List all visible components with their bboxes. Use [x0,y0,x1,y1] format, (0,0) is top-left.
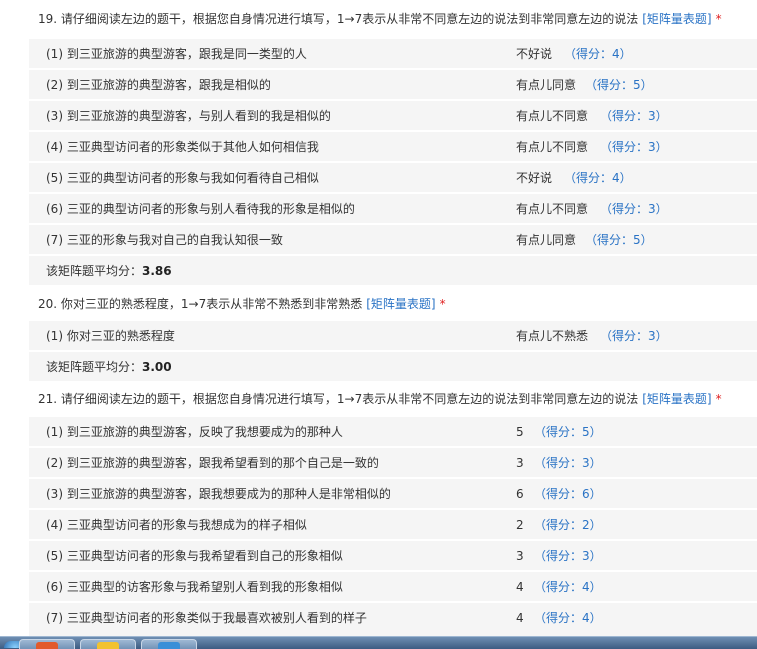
folder-icon [97,642,119,649]
row-label: (6) 三亚典型的访客形象与我希望别人看到我的形象相似 [46,580,343,594]
row-answer: 有点儿不熟悉 [516,329,589,343]
question-type-link[interactable]: [矩阵量表题] [642,392,711,406]
question-19-title: 19. 请仔细阅读左边的题干，根据您自身情况进行填写，1→7表示从非常不同意左边… [29,0,757,38]
taskbar-button[interactable] [80,639,136,649]
row-score: （得分：3） [600,329,668,343]
browser-icon [158,642,180,649]
app-icon [36,642,58,649]
row-answer: 有点儿不同意 [516,202,589,216]
question-type-link[interactable]: [矩阵量表题] [642,12,711,26]
table-row: (1) 到三亚旅游的典型游客，跟我是同一类型的人 不好说 （得分：4） [29,38,757,68]
table-row: (1) 你对三亚的熟悉程度 有点儿不熟悉 （得分：3） [29,320,757,350]
question-text: 21. 请仔细阅读左边的题干，根据您自身情况进行填写，1→7表示从非常不同意左边… [38,392,639,406]
table-row: (5) 三亚的典型访问者的形象与我如何看待自己相似 不好说 （得分：4） [29,162,757,192]
row-score: （得分：3） [534,549,602,563]
row-score: （得分：3） [600,109,668,123]
row-score: （得分：3） [600,140,668,154]
table-row: (1) 到三亚旅游的典型游客，反映了我想要成为的那种人 5 （得分：5） [29,416,757,446]
question-text: 20. 你对三亚的熟悉程度，1→7表示从非常不熟悉到非常熟悉 [38,297,363,311]
row-label: (5) 三亚典型访问者的形象与我希望看到自己的形象相似 [46,549,343,563]
required-mark: * [439,297,446,311]
average-value: 3.86 [142,264,172,278]
required-mark: * [715,392,722,406]
row-label: (7) 三亚典型访问者的形象类似于我最喜欢被别人看到的样子 [46,611,367,625]
row-answer: 有点儿同意 [516,233,577,247]
row-score: （得分：4） [564,47,632,61]
row-answer: 4 [516,580,524,594]
table-row: (6) 三亚的典型访问者的形象与别人看待我的形象是相似的 有点儿不同意 （得分：… [29,193,757,223]
row-answer: 不好说 [516,47,553,61]
row-label: (4) 三亚典型访问者的形象与我想成为的样子相似 [46,518,307,532]
row-label: (1) 到三亚旅游的典型游客，反映了我想要成为的那种人 [46,425,343,439]
row-score: （得分：5） [585,233,653,247]
row-score: （得分：3） [534,456,602,470]
row-answer: 有点儿不同意 [516,109,589,123]
row-answer: 有点儿同意 [516,78,577,92]
row-score: （得分：5） [534,425,602,439]
table-row: (7) 三亚的形象与我对自己的自我认知很一致 有点儿同意 （得分：5） [29,224,757,254]
row-label: (2) 到三亚旅游的典型游客，跟我希望看到的那个自己是一致的 [46,456,379,470]
row-label: (2) 到三亚旅游的典型游客，跟我是相似的 [46,78,271,92]
row-label: (7) 三亚的形象与我对自己的自我认知很一致 [46,233,283,247]
table-row: (5) 三亚典型访问者的形象与我希望看到自己的形象相似 3 （得分：3） [29,540,757,570]
table-row: (2) 到三亚旅游的典型游客，跟我希望看到的那个自己是一致的 3 （得分：3） [29,447,757,477]
row-score: （得分：5） [585,78,653,92]
row-label: (1) 到三亚旅游的典型游客，跟我是同一类型的人 [46,47,307,61]
average-label: 该矩阵题平均分： [46,360,143,374]
table-row: (4) 三亚典型访问者的形象类似于其他人如何相信我 有点儿不同意 （得分：3） [29,131,757,161]
row-answer: 3 [516,549,524,563]
question-type-link[interactable]: [矩阵量表题] [366,297,435,311]
row-answer: 3 [516,456,524,470]
row-label: (3) 到三亚旅游的典型游客，跟我想要成为的那种人是非常相似的 [46,487,391,501]
matrix-average: 该矩阵题平均分：3.86 [29,255,757,285]
row-label: (5) 三亚的典型访问者的形象与我如何看待自己相似 [46,171,319,185]
row-label: (3) 到三亚旅游的典型游客，与别人看到的我是相似的 [46,109,331,123]
row-score: （得分：4） [534,611,602,625]
table-row: (3) 到三亚旅游的典型游客，与别人看到的我是相似的 有点儿不同意 （得分：3） [29,100,757,130]
taskbar [0,636,757,649]
taskbar-button[interactable] [141,639,197,649]
question-text: 19. 请仔细阅读左边的题干，根据您自身情况进行填写，1→7表示从非常不同意左边… [38,12,639,26]
average-value: 3.00 [142,360,172,374]
row-answer: 6 [516,487,524,501]
table-row: (3) 到三亚旅游的典型游客，跟我想要成为的那种人是非常相似的 6 （得分：6） [29,478,757,508]
row-label: (4) 三亚典型访问者的形象类似于其他人如何相信我 [46,140,319,154]
row-answer: 4 [516,611,524,625]
row-score: （得分：6） [534,487,602,501]
row-answer: 5 [516,425,524,439]
table-row: (4) 三亚典型访问者的形象与我想成为的样子相似 2 （得分：2） [29,509,757,539]
row-score: （得分：2） [534,518,602,532]
table-row: (2) 到三亚旅游的典型游客，跟我是相似的 有点儿同意 （得分：5） [29,69,757,99]
row-score: （得分：3） [600,202,668,216]
row-label: (6) 三亚的典型访问者的形象与别人看待我的形象是相似的 [46,202,355,216]
row-answer: 不好说 [516,171,553,185]
row-answer: 有点儿不同意 [516,140,589,154]
question-21-title: 21. 请仔细阅读左边的题干，根据您自身情况进行填写，1→7表示从非常不同意左边… [29,383,757,416]
table-row: (6) 三亚典型的访客形象与我希望别人看到我的形象相似 4 （得分：4） [29,571,757,601]
results-panel: 19. 请仔细阅读左边的题干，根据您自身情况进行填写，1→7表示从非常不同意左边… [29,0,757,636]
question-20-title: 20. 你对三亚的熟悉程度，1→7表示从非常不熟悉到非常熟悉 [矩阵量表题] * [29,289,757,320]
survey-results-page: 19. 请仔细阅读左边的题干，根据您自身情况进行填写，1→7表示从非常不同意左边… [0,0,757,649]
matrix-average: 该矩阵题平均分：3.00 [29,351,757,381]
taskbar-button[interactable] [19,639,75,649]
row-score: （得分：4） [564,171,632,185]
average-label: 该矩阵题平均分： [46,264,143,278]
row-answer: 2 [516,518,524,532]
table-row: (7) 三亚典型访问者的形象类似于我最喜欢被别人看到的样子 4 （得分：4） [29,602,757,636]
required-mark: * [715,12,722,26]
row-label: (1) 你对三亚的熟悉程度 [46,329,175,343]
row-score: （得分：4） [534,580,602,594]
